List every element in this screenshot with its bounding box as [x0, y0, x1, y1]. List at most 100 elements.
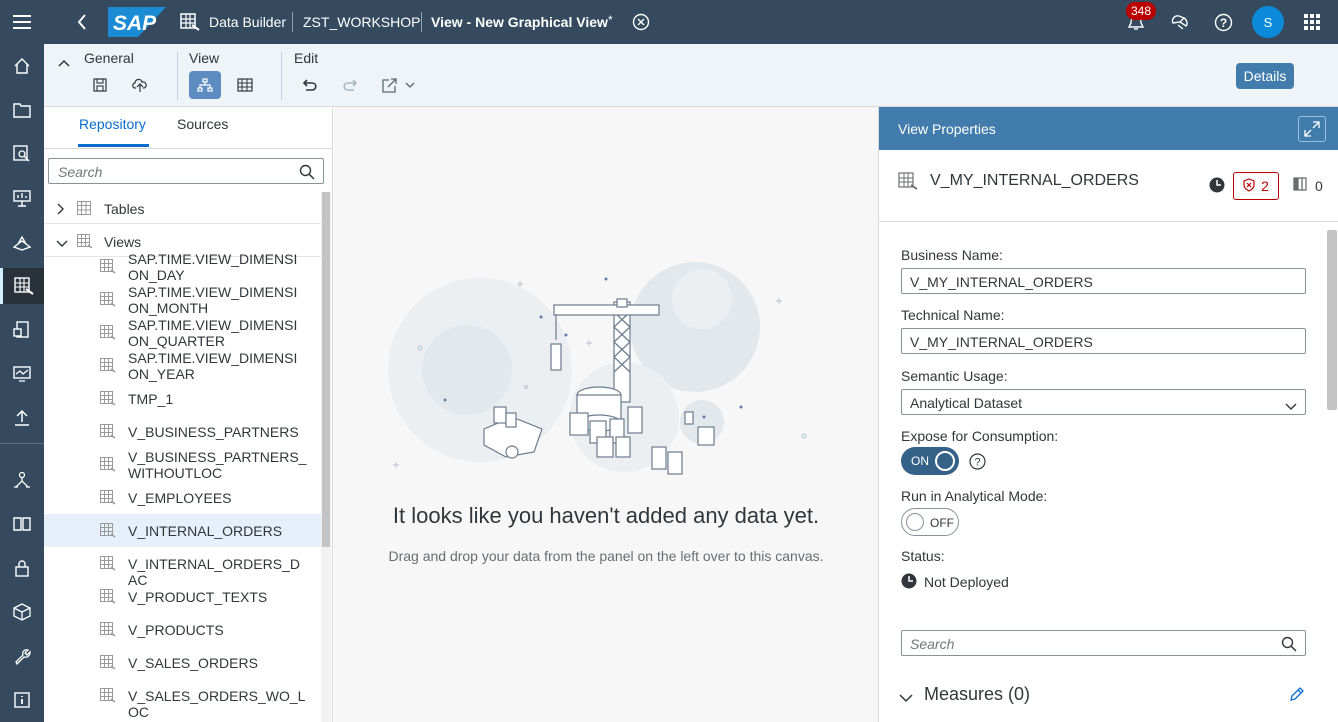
export-menu-icon[interactable]: [374, 71, 422, 99]
panel-scrollbar[interactable]: [321, 192, 331, 722]
folder-icon[interactable]: [0, 92, 44, 128]
view-list-item[interactable]: V_SALES_ORDERS_WO_LOC: [44, 679, 321, 720]
search-icon[interactable]: [299, 164, 315, 183]
expand-icon[interactable]: [1298, 116, 1326, 142]
repository-search-input[interactable]: Search: [48, 158, 324, 184]
analytical-mode-label: Run in Analytical Mode:: [901, 488, 1048, 504]
home-icon[interactable]: [0, 48, 44, 84]
analytical-mode-toggle[interactable]: OFF: [901, 508, 959, 536]
business-name-label: Business Name:: [901, 247, 1003, 263]
view-name: V_SALES_ORDERS_WO_LOC: [128, 688, 306, 720]
back-icon[interactable]: [74, 12, 90, 32]
upload-icon[interactable]: [0, 400, 44, 436]
view-list-item[interactable]: V_SALES_ORDERS: [44, 646, 321, 679]
view-list-item[interactable]: V_PRODUCT_TEXTS: [44, 580, 321, 613]
search-placeholder: Search: [910, 636, 955, 652]
table-view-icon[interactable]: [229, 71, 261, 99]
security-icon[interactable]: [0, 550, 44, 586]
status-label: Status:: [901, 548, 945, 564]
toggle-state: ON: [911, 454, 929, 468]
view-properties-panel: View Properties V_MY_INTERNAL_ORDERS 2 0…: [878, 107, 1338, 722]
columns-icon: [1293, 177, 1307, 196]
details-button[interactable]: Details: [1236, 63, 1294, 89]
avatar-initial: S: [1263, 14, 1273, 30]
edit-pencil-icon[interactable]: [1289, 686, 1305, 707]
view-list-item[interactable]: V_PRODUCTS: [44, 613, 321, 646]
product-title[interactable]: Data Builder: [209, 14, 286, 30]
properties-scrollbar-thumb[interactable]: [1327, 230, 1337, 410]
shield-error-icon: [1243, 177, 1255, 195]
empty-canvas[interactable]: It looks like you haven't added any data…: [334, 107, 878, 722]
undo-icon[interactable]: [294, 71, 326, 99]
chevron-down-icon[interactable]: [1285, 398, 1297, 414]
menu-icon[interactable]: [12, 12, 32, 32]
separator: [177, 52, 178, 100]
story-builder-icon[interactable]: [0, 180, 44, 216]
modified-marker: *: [608, 13, 613, 27]
tab-repository[interactable]: Repository: [79, 116, 146, 132]
feedback-icon[interactable]: [1170, 13, 1190, 31]
tab-sources[interactable]: Sources: [177, 116, 228, 132]
network-icon[interactable]: [0, 462, 44, 498]
chevron-right-icon[interactable]: [56, 202, 64, 218]
expose-toggle[interactable]: ON: [901, 447, 959, 475]
chevron-down-icon[interactable]: [899, 690, 913, 708]
view-icon: [100, 688, 116, 706]
view-list-item[interactable]: V_BUSINESS_PARTNERS_WITHOUTLOC: [44, 448, 321, 481]
view-icon: [100, 490, 116, 508]
group-view-label: View: [189, 50, 220, 66]
wrench-icon[interactable]: [0, 638, 44, 674]
info-icon[interactable]: [0, 682, 44, 718]
view-list-item[interactable]: TMP_1: [44, 382, 321, 415]
book-icon[interactable]: [0, 506, 44, 542]
measures-section-title[interactable]: Measures (0): [924, 684, 1030, 705]
properties-search-input[interactable]: Search: [901, 630, 1306, 656]
view-list-item[interactable]: SAP.TIME.VIEW_DIMENSION_YEAR: [44, 349, 321, 382]
view-list-item[interactable]: SAP.TIME.VIEW_DIMENSION_QUARTER: [44, 316, 321, 349]
help-icon[interactable]: ?: [1214, 13, 1233, 32]
editor-toolbar: General View Edit Details: [44, 44, 1338, 107]
help-icon[interactable]: ?: [969, 453, 986, 475]
avatar[interactable]: S: [1252, 6, 1284, 38]
business-builder-icon[interactable]: [0, 224, 44, 260]
monitor-icon[interactable]: [0, 356, 44, 392]
view-icon: [100, 655, 116, 673]
error-count: 2: [1261, 178, 1269, 194]
toggle-state: OFF: [930, 516, 954, 530]
view-list-item[interactable]: SAP.TIME.VIEW_DIMENSION_DAY: [44, 250, 321, 283]
group-general-label: General: [84, 50, 134, 66]
packages-icon[interactable]: [0, 594, 44, 630]
close-tab-icon[interactable]: [632, 13, 650, 31]
save-icon[interactable]: [84, 71, 116, 99]
validation-errors-badge[interactable]: 2: [1233, 172, 1279, 200]
toggle-knob: [906, 513, 924, 531]
view-list-item[interactable]: SAP.TIME.VIEW_DIMENSION_MONTH: [44, 283, 321, 316]
svg-text:?: ?: [974, 457, 980, 469]
view-list-item[interactable]: V_INTERNAL_ORDERS: [44, 514, 321, 547]
graphical-view-icon[interactable]: [189, 71, 221, 99]
view-list-item[interactable]: V_EMPLOYEES: [44, 481, 321, 514]
deploy-icon[interactable]: [124, 71, 156, 99]
redo-icon[interactable]: [334, 71, 366, 99]
editor-tab-title[interactable]: View - New Graphical View: [431, 14, 608, 30]
data-builder-nav-icon[interactable]: [0, 268, 44, 304]
repository-panel: Repository Sources Search Tables Views S…: [44, 107, 333, 722]
product-switch-icon[interactable]: [1304, 14, 1320, 30]
technical-name-field[interactable]: V_MY_INTERNAL_ORDERS: [901, 328, 1306, 354]
table-icon: [77, 201, 91, 218]
search-icon[interactable]: [1281, 636, 1297, 655]
view-list-item[interactable]: V_BUSINESS_PARTNERS: [44, 415, 321, 448]
scrollbar-thumb[interactable]: [322, 192, 330, 547]
space-name[interactable]: ZST_WORKSHOP: [303, 14, 420, 30]
business-name-field[interactable]: V_MY_INTERNAL_ORDERS: [901, 268, 1306, 294]
view-list-item[interactable]: V_INTERNAL_ORDERS_DAC: [44, 547, 321, 588]
data-access-icon[interactable]: [0, 312, 44, 348]
sap-logo: SAP: [108, 7, 166, 37]
collapse-toolbar-icon[interactable]: [58, 54, 70, 72]
chevron-down-icon[interactable]: [56, 235, 68, 251]
toggle-knob: [935, 451, 955, 471]
side-navigation: [0, 44, 44, 722]
catalog-search-icon[interactable]: [0, 136, 44, 172]
category-tables[interactable]: Tables: [44, 192, 321, 224]
semantic-usage-select[interactable]: Analytical Dataset: [901, 389, 1306, 415]
